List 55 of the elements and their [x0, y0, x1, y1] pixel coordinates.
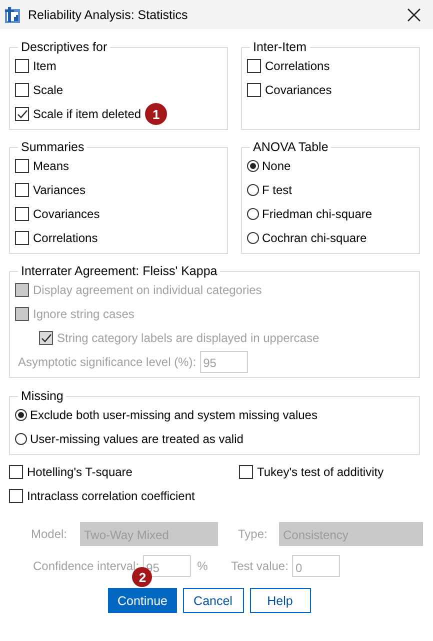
group-title: Interrater Agreement: Fleiss' Kappa — [20, 264, 218, 278]
radio-label[interactable]: Cochran chi-square — [262, 231, 367, 245]
unit-label: % — [197, 559, 209, 573]
radio-button[interactable] — [247, 232, 259, 244]
checkbox-label[interactable]: Variances — [33, 183, 86, 197]
checkbox-label[interactable]: Item — [33, 59, 56, 73]
field-label: Test value: — [231, 559, 288, 573]
step-badge: 1 — [145, 103, 168, 125]
checkbox-label[interactable]: Means — [33, 159, 70, 173]
radio-label[interactable]: Exclude both user-missing and system missing values — [30, 408, 318, 422]
close-icon[interactable] — [407, 8, 421, 22]
field-label: Type: — [238, 527, 268, 541]
checkbox[interactable] — [15, 207, 29, 221]
radio-button[interactable] — [247, 208, 259, 220]
field-label: Confidence interval: — [33, 559, 140, 573]
app-icon — [4, 6, 22, 24]
checkbox[interactable] — [15, 59, 29, 73]
checkbox[interactable] — [15, 107, 29, 121]
checkbox[interactable] — [15, 183, 29, 197]
group-title: Summaries — [20, 140, 86, 154]
radio-button[interactable] — [247, 184, 259, 196]
checkbox-label[interactable]: Scale — [33, 83, 64, 97]
checkbox-label[interactable]: Intraclass correlation coefficient — [27, 489, 195, 503]
radio-button[interactable] — [15, 409, 27, 421]
checkbox[interactable] — [9, 465, 23, 479]
checkbox[interactable] — [9, 489, 23, 503]
checkbox[interactable] — [15, 159, 29, 173]
checkbox-label[interactable]: Correlations — [33, 231, 98, 245]
checkbox[interactable] — [15, 83, 29, 97]
field-label: Asymptotic significance level (%): — [18, 355, 196, 369]
field-label: Model: — [31, 527, 68, 541]
group-title: Missing — [20, 389, 64, 403]
window-title: Reliability Analysis: Statistics — [28, 8, 189, 22]
dialog-button[interactable]: Continue — [108, 588, 177, 613]
checkbox[interactable] — [15, 231, 29, 245]
radio-label[interactable]: Friedman chi-square — [262, 207, 372, 221]
dialog-button[interactable]: Cancel — [182, 588, 244, 613]
radio-button[interactable] — [247, 160, 259, 172]
checkbox-label[interactable]: Scale if item deleted — [33, 107, 142, 121]
radio-button[interactable] — [15, 433, 27, 445]
radio-label[interactable]: None — [262, 159, 291, 173]
checkbox-label[interactable]: Covariances — [265, 83, 332, 97]
checkbox-label[interactable]: Tukey's test of additivity — [257, 465, 384, 479]
group-title: ANOVA Table — [252, 140, 330, 154]
checkbox[interactable] — [239, 465, 253, 479]
checkbox-label[interactable]: Correlations — [265, 59, 330, 73]
group-title: Descriptives for — [20, 40, 108, 54]
dialog-button[interactable]: Help — [250, 588, 311, 613]
radio-label[interactable]: F test — [262, 183, 292, 197]
group-title: Inter-Item — [252, 40, 308, 54]
checkbox[interactable] — [247, 59, 261, 73]
radio-label[interactable]: User-missing values are treated as valid — [30, 432, 244, 446]
checkbox-label[interactable]: Covariances — [33, 207, 100, 221]
checkbox-label[interactable]: Hotelling's T-square — [27, 465, 132, 479]
checkbox[interactable] — [247, 83, 261, 97]
